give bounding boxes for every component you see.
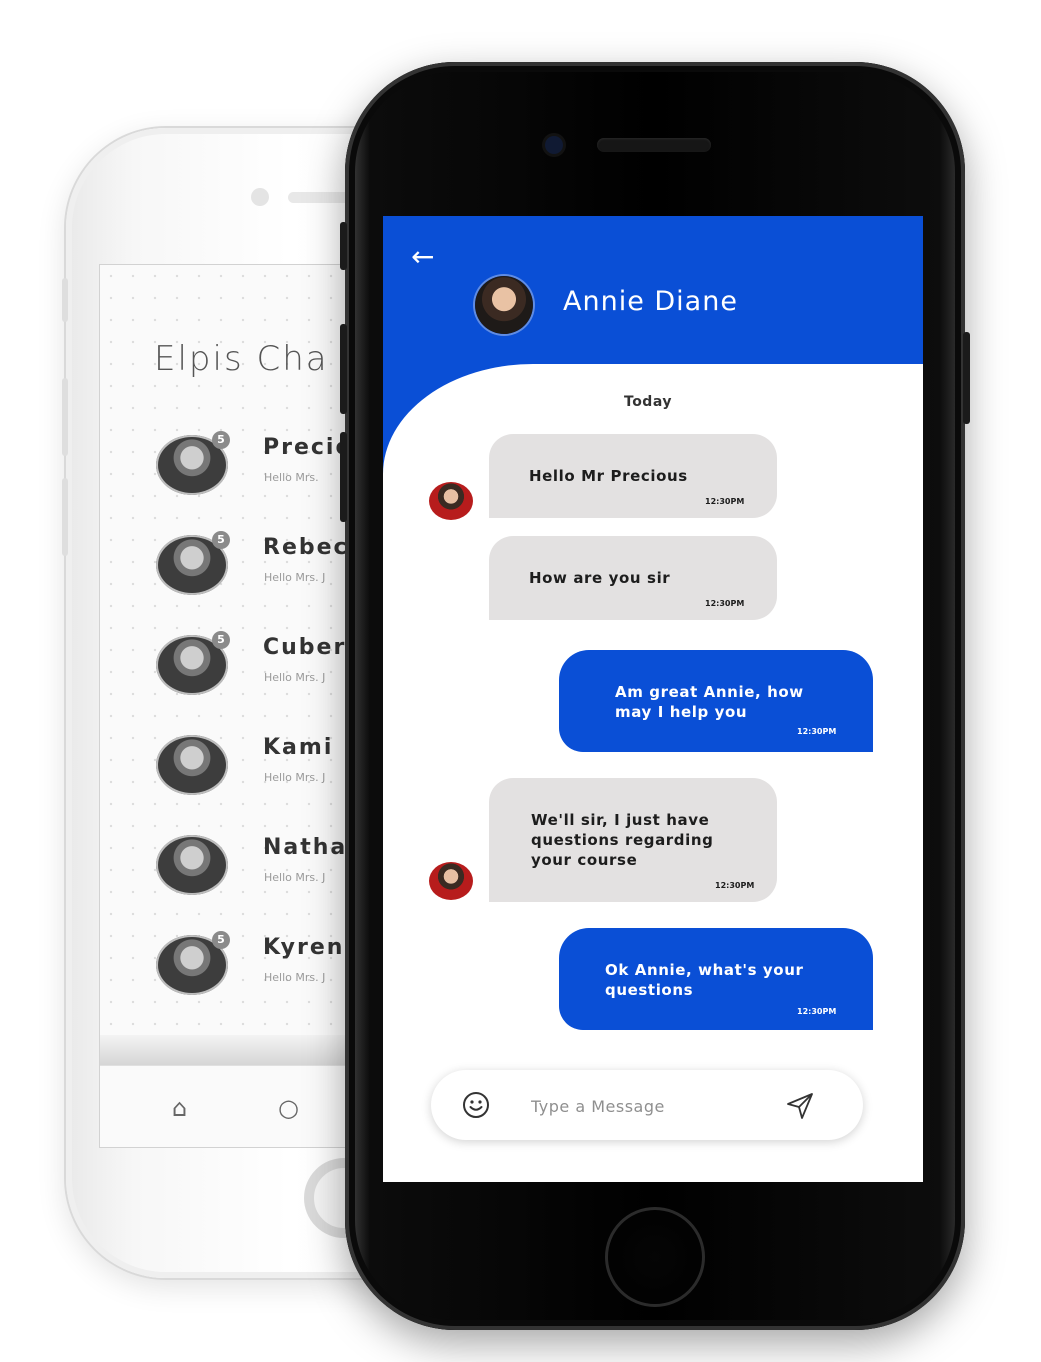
smiley-icon[interactable]: [461, 1090, 491, 1120]
home-icon[interactable]: ⌂: [172, 1094, 187, 1122]
message-time: 12:30PM: [797, 727, 837, 736]
message-time: 12:30PM: [715, 881, 755, 890]
message-time: 12:30PM: [797, 1007, 837, 1016]
front-phone: ← Annie Diane Today Hello Mr Precious 12…: [340, 62, 970, 1330]
message-composer: [431, 1070, 863, 1140]
app-title: Elpis Cha: [154, 339, 329, 379]
unread-badge: 5: [212, 931, 230, 949]
chat-screen: ← Annie Diane Today Hello Mr Precious 12…: [383, 216, 923, 1182]
contact-name: Natha: [263, 835, 348, 860]
volume-up-button: [340, 324, 347, 414]
avatar: [429, 482, 473, 520]
contact-preview: Hello Mrs. J: [264, 771, 326, 784]
contact-preview: Hello Mrs. J: [264, 671, 326, 684]
message-text: Ok Annie, what's your questions: [605, 961, 804, 999]
message-input[interactable]: [529, 1088, 753, 1124]
search-icon[interactable]: ○: [278, 1094, 299, 1122]
date-separator: Today: [624, 394, 672, 410]
avatar: [156, 735, 228, 795]
message-time: 12:30PM: [705, 497, 745, 506]
back-phone-volume-down: [62, 478, 68, 556]
unread-badge: 5: [212, 531, 230, 549]
contact-name: Kami: [263, 735, 334, 760]
message-text: Am great Annie, how may I help you: [615, 683, 804, 721]
contact-preview: Hello Mrs. J: [264, 871, 326, 884]
send-icon[interactable]: [785, 1092, 815, 1120]
mute-switch: [340, 222, 347, 270]
arrow-left-icon[interactable]: ←: [411, 240, 434, 274]
unread-badge: 5: [212, 431, 230, 449]
unread-badge: 5: [212, 631, 230, 649]
incoming-message: How are you sir 12:30PM: [489, 536, 777, 620]
incoming-message: Hello Mr Precious 12:30PM: [489, 434, 777, 518]
contact-name: Kyren: [263, 935, 345, 960]
contact-name: Annie Diane: [563, 286, 738, 317]
back-phone-volume-up: [62, 378, 68, 456]
message-time: 12:30PM: [705, 599, 745, 608]
back-phone-camera: [251, 188, 269, 206]
message-text: How are you sir: [529, 569, 671, 587]
contact-preview: Hello Mrs. J: [264, 971, 326, 984]
contact-preview: Hello Mrs. J: [264, 571, 326, 584]
message-text: We'll sir, I just have questions regardi…: [531, 811, 714, 869]
contact-name: Rebec: [263, 535, 349, 560]
earpiece-speaker: [597, 138, 711, 152]
home-button[interactable]: [605, 1207, 705, 1307]
incoming-message: We'll sir, I just have questions regardi…: [489, 778, 777, 902]
front-camera: [545, 136, 563, 154]
contact-name: Cuber: [263, 635, 347, 660]
outgoing-message: Ok Annie, what's your questions 12:30PM: [559, 928, 873, 1030]
avatar: [429, 862, 473, 900]
outgoing-message: Am great Annie, how may I help you 12:30…: [559, 650, 873, 752]
back-phone-side-button: [62, 278, 68, 322]
message-text: Hello Mr Precious: [529, 467, 688, 485]
volume-down-button: [340, 432, 347, 522]
contact-preview: Hello Mrs.: [264, 471, 319, 484]
avatar[interactable]: [475, 276, 533, 334]
avatar: [156, 835, 228, 895]
power-button: [963, 332, 970, 424]
